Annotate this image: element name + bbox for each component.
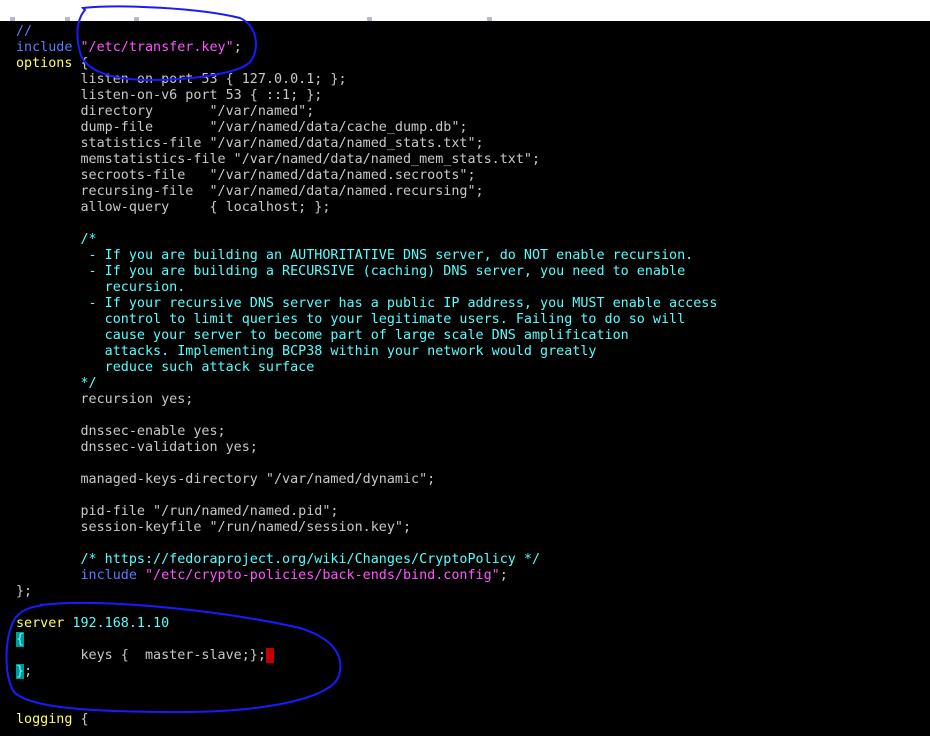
code-line[interactable]: - If your recursive DNS server has a pub… — [16, 296, 718, 312]
code-token: include — [16, 568, 145, 583]
code-line[interactable]: listen-on-v6 port 53 { ::1; }; — [16, 88, 322, 104]
code-line[interactable]: recursion. — [16, 280, 186, 296]
code-token: 192.168.1.10 — [64, 616, 170, 631]
code-token: listen-on port 53 { 127.0.0.1; }; — [16, 72, 347, 87]
code-line[interactable]: }; — [16, 664, 32, 680]
terminal-editor[interactable]: //include "/etc/transfer.key"; options { … — [0, 22, 930, 736]
code-line[interactable]: // — [16, 24, 32, 40]
code-token: dnssec-validation yes; — [16, 440, 258, 455]
titlebar-mark — [134, 17, 139, 21]
code-line[interactable]: { — [16, 632, 25, 648]
code-token: statistics-file "/var/named/data/named_s… — [16, 136, 484, 151]
code-token: memstatistics-file "/var/named/data/name… — [16, 152, 541, 167]
code-token: - If you are building a RECURSIVE (cachi… — [16, 264, 686, 279]
code-line[interactable]: pid-file "/run/named/named.pid"; — [16, 504, 338, 520]
code-token: reduce such attack surface — [16, 360, 315, 375]
code-token: pid-file "/run/named/named.pid"; — [16, 504, 339, 519]
code-line[interactable]: options { — [16, 56, 89, 72]
code-token: - If you are building an AUTHORITATIVE D… — [16, 248, 694, 263]
titlebar-mark — [487, 17, 492, 21]
code-line[interactable]: listen-on port 53 { 127.0.0.1; }; — [16, 72, 347, 88]
code-line[interactable]: - If you are building a RECURSIVE (cachi… — [16, 264, 686, 280]
code-token: managed-keys-directory "/var/named/dynam… — [16, 472, 436, 487]
code-line[interactable]: control to limit queries to your legitim… — [16, 312, 685, 328]
code-token: */ — [16, 376, 97, 391]
code-token: recursion yes; — [16, 392, 194, 407]
title-bar — [0, 0, 930, 21]
code-token: options — [16, 56, 73, 71]
titlebar-mark — [367, 17, 372, 21]
code-token: secroots-file "/var/named/data/named.sec… — [16, 168, 476, 183]
code-line[interactable]: */ — [16, 376, 97, 392]
code-token: }; — [16, 584, 33, 599]
code-token: control to limit queries to your legitim… — [16, 312, 686, 327]
code-token: cause your server to become part of larg… — [16, 328, 629, 343]
code-token: recursion. — [16, 280, 186, 295]
text-cursor — [265, 648, 274, 663]
code-token: allow-query { localhost; }; — [16, 200, 331, 215]
code-token: } — [16, 664, 25, 679]
code-token: logging — [16, 712, 73, 727]
code-token: /* — [16, 232, 97, 247]
code-line[interactable]: }; — [16, 584, 32, 600]
code-line[interactable]: reduce such attack surface — [16, 360, 315, 376]
code-line[interactable]: secroots-file "/var/named/data/named.sec… — [16, 168, 476, 184]
code-line[interactable]: - If you are building an AUTHORITATIVE D… — [16, 248, 694, 264]
code-line[interactable]: recursing-file "/var/named/data/named.re… — [16, 184, 484, 200]
code-line[interactable]: /* — [16, 232, 97, 248]
code-token: { — [16, 632, 25, 647]
code-token: attacks. Implementing BCP38 within your … — [16, 344, 597, 359]
code-token: recursing-file "/var/named/data/named.re… — [16, 184, 484, 199]
code-line[interactable]: memstatistics-file "/var/named/data/name… — [16, 152, 540, 168]
code-token: { — [72, 712, 89, 727]
titlebar-mark — [10, 17, 15, 21]
code-token: server — [16, 616, 65, 631]
code-line[interactable]: logging { — [16, 712, 89, 728]
code-token: include — [16, 40, 81, 55]
code-line[interactable]: dump-file "/var/named/data/cache_dump.db… — [16, 120, 467, 136]
code-token: dnssec-enable yes; — [16, 424, 226, 439]
code-token: session-keyfile "/run/named/session.key"… — [16, 520, 412, 535]
code-line[interactable]: allow-query { localhost; }; — [16, 200, 330, 216]
code-token: - If your recursive DNS server has a pub… — [16, 296, 718, 311]
code-token: ; — [24, 664, 33, 679]
code-token: listen-on-v6 port 53 { ::1; }; — [16, 88, 323, 103]
code-line[interactable]: statistics-file "/var/named/data/named_s… — [16, 136, 484, 152]
code-token: ; — [233, 40, 242, 55]
code-token: "/etc/crypto-policies/back-ends/bind.con… — [145, 568, 500, 583]
code-line[interactable]: managed-keys-directory "/var/named/dynam… — [16, 472, 435, 488]
code-token: /* https://fedoraproject.org/wiki/Change… — [16, 552, 541, 567]
code-line[interactable]: dnssec-enable yes; — [16, 424, 226, 440]
code-token: keys { master-slave;}; — [16, 648, 266, 663]
code-line[interactable]: recursion yes; — [16, 392, 193, 408]
titlebar-mark — [65, 17, 70, 21]
code-line[interactable]: /* https://fedoraproject.org/wiki/Change… — [16, 552, 540, 568]
code-token: directory "/var/named"; — [16, 104, 315, 119]
code-line[interactable]: attacks. Implementing BCP38 within your … — [16, 344, 597, 360]
code-line[interactable]: keys { master-slave;}; — [16, 648, 274, 664]
code-token: dump-file "/var/named/data/cache_dump.db… — [16, 120, 468, 135]
code-line[interactable]: session-keyfile "/run/named/session.key"… — [16, 520, 411, 536]
code-line[interactable]: server 192.168.1.10 — [16, 616, 169, 632]
code-line[interactable]: include "/etc/transfer.key"; — [16, 40, 242, 56]
code-line[interactable]: dnssec-validation yes; — [16, 440, 258, 456]
code-token: // — [16, 24, 33, 39]
code-line[interactable]: include "/etc/crypto-policies/back-ends/… — [16, 568, 508, 584]
code-token: { — [72, 56, 89, 71]
code-line[interactable]: cause your server to become part of larg… — [16, 328, 629, 344]
code-line[interactable]: directory "/var/named"; — [16, 104, 314, 120]
code-token: "/etc/transfer.key" — [80, 40, 234, 55]
code-token: ; — [499, 568, 508, 583]
